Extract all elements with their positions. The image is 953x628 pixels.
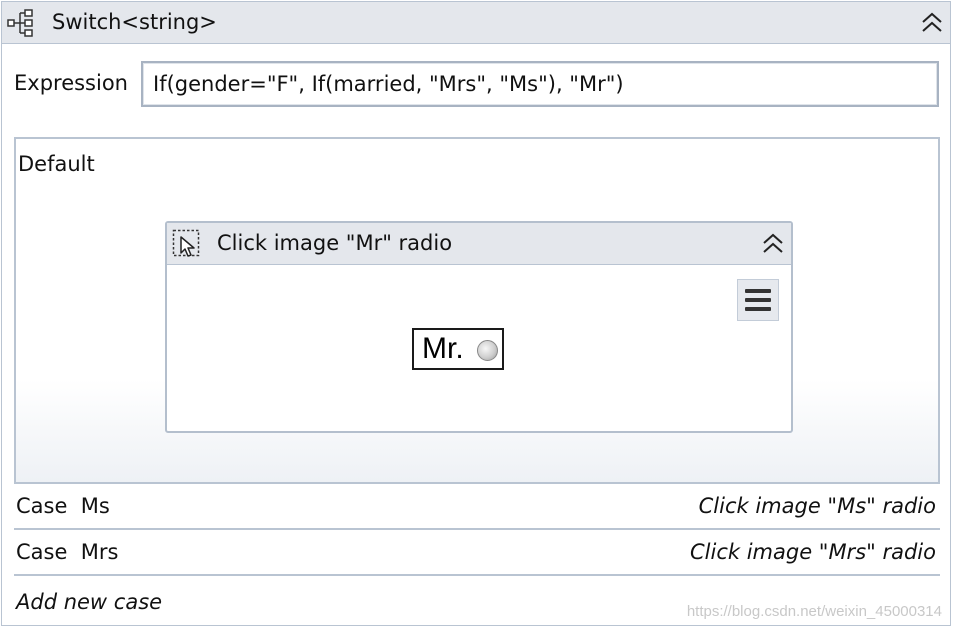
click-image-activity[interactable]: Click image "Mr" radio Mr. — [165, 221, 793, 433]
captured-image-preview: Mr. — [412, 328, 504, 370]
click-cursor-icon — [172, 229, 202, 259]
activity-title: Click image "Mr" radio — [217, 231, 453, 255]
case-label: Case Mrs — [16, 540, 119, 564]
case-label: Case Ms — [16, 494, 110, 518]
menu-line — [745, 307, 771, 311]
captured-image-text: Mr. — [422, 332, 464, 365]
menu-line — [745, 289, 771, 293]
collapse-activity-button[interactable] — [759, 230, 787, 258]
default-case-box[interactable]: Default Click image "Mr" radio Mr. — [14, 137, 940, 482]
double-chevron-up-icon — [922, 12, 942, 32]
radio-button-icon — [477, 340, 498, 361]
hamburger-menu-icon[interactable] — [737, 279, 779, 321]
double-chevron-up-icon — [763, 233, 783, 253]
case-action[interactable]: Click image "Ms" radio — [699, 493, 936, 519]
switch-header[interactable]: Switch<string> — [2, 2, 950, 44]
case-divider — [14, 574, 940, 576]
case-row-mrs[interactable]: Case Mrs Click image "Mrs" radio — [14, 528, 940, 574]
default-case-label: Default — [18, 152, 95, 176]
add-new-case-link[interactable]: Add new case — [16, 589, 162, 615]
switch-title: Switch<string> — [52, 10, 217, 34]
flowchart-switch-icon — [7, 9, 39, 37]
case-action[interactable]: Click image "Mrs" radio — [690, 539, 936, 565]
expression-input[interactable] — [141, 61, 939, 107]
case-row-ms[interactable]: Case Ms Click image "Ms" radio — [14, 482, 940, 528]
activity-header[interactable]: Click image "Mr" radio — [167, 223, 791, 265]
menu-line — [745, 298, 771, 302]
switch-activity[interactable]: Switch<string> Expression Default Click … — [1, 1, 951, 626]
collapse-switch-button[interactable] — [918, 9, 946, 37]
watermark: https://blog.csdn.net/weixin_45000314 — [686, 603, 942, 620]
expression-label: Expression — [14, 71, 128, 95]
